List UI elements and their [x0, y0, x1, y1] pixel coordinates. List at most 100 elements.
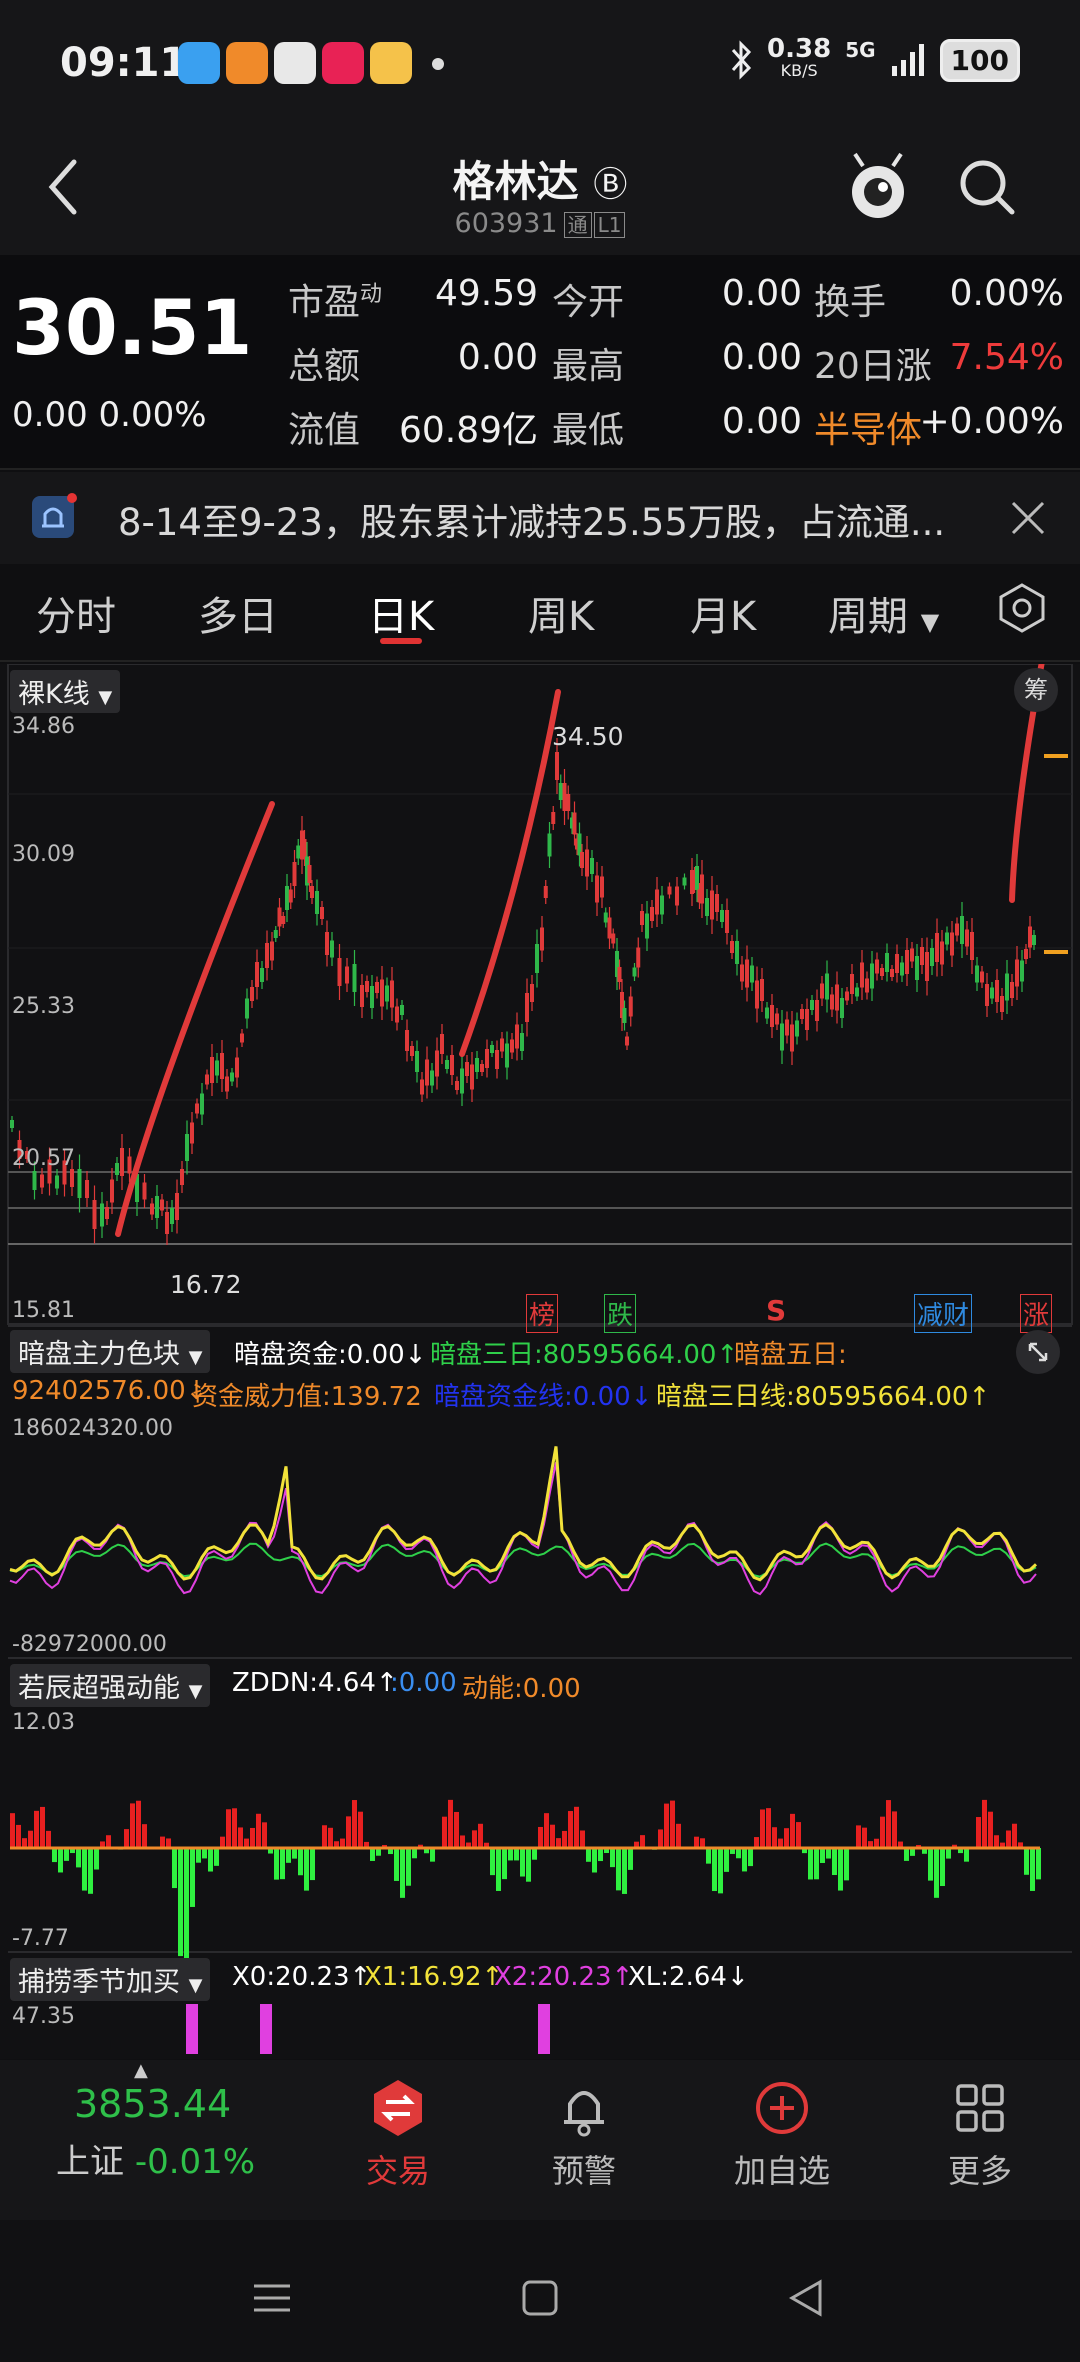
ind2-bar — [346, 1816, 351, 1848]
ind2-bar — [562, 1830, 567, 1848]
b-share-badge: Ⓑ — [593, 165, 628, 205]
nav-add-watchlist[interactable]: 加自选 — [722, 2078, 842, 2192]
candle-body — [1020, 960, 1024, 982]
candle-body — [995, 980, 999, 1002]
ind2-bar — [718, 1848, 723, 1894]
candle-body — [865, 978, 869, 993]
chevron-down-icon: ▼ — [98, 687, 113, 708]
ind3-x0: X0:20.23↑ — [232, 1962, 372, 1992]
tab-monthly-k[interactable]: 月K — [690, 584, 756, 642]
candle-body — [765, 1007, 769, 1019]
low-label: 最低 — [552, 410, 625, 451]
candle-body — [830, 994, 834, 1010]
ind2-bar — [1036, 1848, 1041, 1880]
index-line[interactable]: 上证 -0.01% — [56, 2134, 255, 2183]
nav-more-label: 更多 — [947, 2152, 1012, 2190]
20d-change-label: 20日涨 — [814, 346, 932, 387]
candle-body — [281, 916, 286, 924]
ind2-bar — [760, 1809, 765, 1848]
kline-style-dropdown[interactable]: 裸K线 ▼ — [10, 670, 121, 713]
candle-body — [1005, 973, 1009, 1001]
ind2-bar — [58, 1848, 63, 1873]
ind2-bar — [406, 1848, 411, 1886]
candle-body — [330, 940, 334, 958]
ind2-bar — [982, 1799, 987, 1848]
candle-body — [440, 1034, 444, 1054]
ind2-bar — [550, 1824, 555, 1848]
grid-icon — [956, 2084, 1004, 2132]
candle-body — [260, 968, 264, 982]
candle-body — [925, 952, 929, 981]
tab-daily-k[interactable]: 日K — [368, 584, 434, 642]
indicator1-dropdown[interactable]: 暗盘主力色块 ▼ — [10, 1330, 211, 1373]
marker-fall[interactable]: 跌 — [604, 1294, 637, 1333]
status-time: 09:11 — [60, 40, 188, 86]
candle-body — [880, 968, 884, 976]
tab-multi-day[interactable]: 多日 — [198, 584, 278, 642]
pe-dynamic-tag: 动 — [360, 282, 383, 307]
ind2-bar — [946, 1848, 951, 1859]
tab-intraday[interactable]: 分时 — [36, 584, 116, 642]
candle-body — [940, 941, 944, 965]
candle-body — [572, 812, 577, 835]
ind2-bar — [286, 1848, 291, 1863]
tab-period[interactable]: 周期 ▼ — [828, 584, 939, 642]
sector-label[interactable]: 半导体 — [814, 401, 922, 453]
chart-area[interactable]: 裸K线 ▼ 筹 34.86 30.09 25.33 20.57 15.81 34… — [0, 664, 1080, 2059]
nav-trade[interactable]: 交易 — [348, 2078, 448, 2192]
home-icon[interactable] — [520, 2278, 560, 2318]
candle-body — [895, 954, 899, 973]
ind2-bar — [568, 1811, 573, 1848]
chip-distribution-button[interactable]: 筹 — [1014, 668, 1058, 712]
close-icon[interactable] — [1008, 498, 1048, 538]
candle-body — [790, 1024, 794, 1052]
candle-body — [810, 1000, 814, 1010]
high-label: 最高 — [552, 346, 625, 387]
index-expand-arrow[interactable]: ▲ — [134, 2060, 148, 2081]
candle-body — [595, 875, 599, 903]
candle-body — [875, 959, 879, 974]
ind2-bar — [196, 1848, 201, 1863]
candle-body — [580, 852, 584, 868]
candle-body — [551, 812, 556, 824]
candle-body — [270, 941, 274, 961]
search-icon[interactable] — [956, 156, 1018, 218]
ind2-momentum: 动能:0.00 — [462, 1674, 581, 1704]
nav-more[interactable]: 更多 — [930, 2078, 1030, 2192]
back-nav-icon[interactable] — [786, 2278, 826, 2318]
candle-body — [650, 907, 654, 921]
candle-body — [850, 974, 854, 994]
annotation-stroke — [115, 801, 275, 1237]
mascot-icon[interactable] — [845, 150, 911, 226]
candle-body — [855, 987, 859, 997]
candle-body — [77, 1169, 82, 1198]
tab-weekly-k[interactable]: 周K — [528, 584, 594, 642]
ind2-bar — [238, 1827, 243, 1848]
ind2-bar — [208, 1848, 213, 1872]
candle-body — [505, 1043, 509, 1068]
candle-body — [1015, 959, 1019, 987]
marker-sell[interactable]: S — [766, 1294, 786, 1327]
candle-body — [845, 991, 849, 1001]
marker-rank[interactable]: 榜 — [526, 1294, 559, 1333]
notice-bar[interactable]: 8-14至9-23，股东累计减持25.55万股，占流通... — [0, 472, 1080, 564]
candle-body — [910, 948, 914, 962]
candle-body — [110, 1179, 114, 1203]
candle-body — [455, 1081, 459, 1090]
ind2-bar — [670, 1800, 675, 1848]
indicator2-dropdown[interactable]: 若辰超强动能 ▼ — [10, 1664, 211, 1707]
marker-reduce-finance[interactable]: 减财 — [914, 1294, 973, 1333]
indicator3-dropdown[interactable]: 捕捞季节加买 ▼ — [10, 1958, 211, 2001]
settings-hexagon-icon[interactable] — [996, 582, 1048, 634]
ind2-bar — [160, 1836, 165, 1848]
candle-body — [628, 996, 633, 1017]
menu-icon[interactable] — [252, 2278, 292, 2318]
ind2-bar — [886, 1800, 891, 1848]
candle-body — [860, 962, 864, 988]
ind2-bar — [460, 1835, 465, 1848]
ind2-bar — [184, 1848, 189, 1962]
index-value[interactable]: 3853.44 — [74, 2082, 231, 2126]
expand-icon[interactable] — [1014, 1328, 1062, 1376]
nav-alert[interactable]: 预警 — [534, 2078, 634, 2192]
candle-body — [566, 794, 571, 811]
